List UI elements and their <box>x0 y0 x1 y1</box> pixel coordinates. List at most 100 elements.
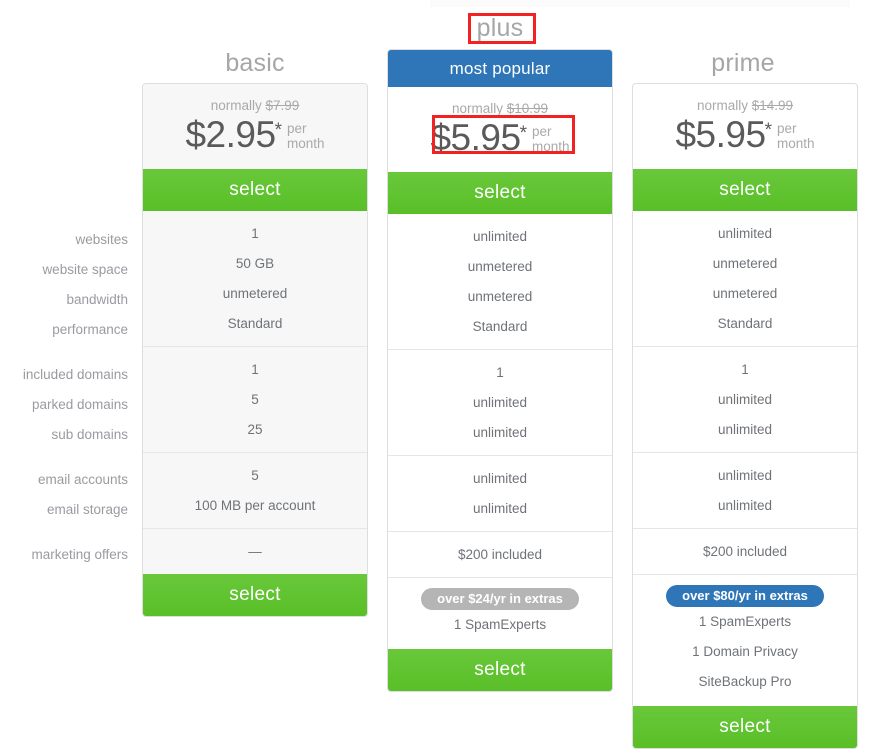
feature-group-email-plus: unlimited unlimited <box>388 456 612 532</box>
column-title-plus: plus <box>476 14 524 42</box>
value-parked-domains-plus: unlimited <box>472 395 528 410</box>
price-asterisk: * <box>519 123 527 144</box>
value-email-storage-prime: unlimited <box>717 498 773 513</box>
feature-label-email-accounts: email accounts <box>37 472 128 487</box>
features-basic: 1 50 GB unmetered Standard 1 5 25 5 100 … <box>143 211 367 574</box>
feature-label-parked-domains: parked domains <box>31 397 128 412</box>
feature-group-domains-prime: 1 unlimited unlimited <box>633 347 857 453</box>
feature-group-email-basic: 5 100 MB per account <box>143 453 367 529</box>
feature-label-email-storage: email storage <box>46 502 128 517</box>
original-price: $7.99 <box>265 98 300 113</box>
extras-item-prime-1: 1 Domain Privacy <box>692 644 798 659</box>
price-block-prime: normally $14.99 $5.95* per month <box>633 84 857 169</box>
value-email-accounts-prime: unlimited <box>717 468 773 483</box>
extras-item-plus-0: 1 SpamExperts <box>453 617 547 632</box>
value-website-space-plus: unmetered <box>467 259 533 274</box>
price-period-line1: per <box>286 121 307 136</box>
price-amount-prime: $5.95 <box>675 114 766 155</box>
price-block-basic: normally $7.99 $2.95* per month <box>143 84 367 169</box>
price-block-plus: normally $10.99 $5.95* per month <box>388 87 612 172</box>
value-parked-domains-basic: 5 <box>251 392 259 407</box>
price-amount-basic: $2.95 <box>185 114 276 155</box>
price-period-line1: per <box>776 121 797 136</box>
extras-badge-prime[interactable]: over $80/yr in extras <box>666 585 824 607</box>
value-websites-prime: unlimited <box>717 226 773 241</box>
label-divider-gap <box>0 450 128 465</box>
value-email-storage-plus: unlimited <box>472 501 528 516</box>
value-websites-basic: 1 <box>251 226 259 241</box>
value-included-domains-basic: 1 <box>251 362 259 377</box>
extras-item-prime-2: SiteBackup Pro <box>698 674 792 689</box>
feature-label-websites: websites <box>75 232 128 247</box>
value-email-accounts-plus: unlimited <box>472 471 528 486</box>
value-marketing-offers-prime: $200 included <box>702 544 788 559</box>
label-divider-gap <box>0 525 128 540</box>
normally-price-plus: normally $10.99 <box>388 101 612 116</box>
feature-group-marketing-basic: — <box>143 529 367 574</box>
value-performance-plus: Standard <box>472 319 528 334</box>
value-bandwidth-plus: unmetered <box>467 289 533 304</box>
price-period-line1: per <box>531 124 552 139</box>
value-performance-basic: Standard <box>227 316 283 331</box>
feature-group-email-prime: unlimited unlimited <box>633 453 857 529</box>
plan-card-prime: normally $14.99 $5.95* per month select un… <box>632 83 858 749</box>
features-prime: unlimited unmetered unmetered Standard 1… <box>633 211 857 706</box>
select-button-prime-top[interactable]: select <box>633 169 857 211</box>
value-included-domains-plus: 1 <box>496 365 504 380</box>
price-period-basic: per month <box>287 121 325 151</box>
feature-group-marketing-prime: $200 included <box>633 529 857 575</box>
feature-group-hosting-prime: unlimited unmetered unmetered Standard <box>633 211 857 347</box>
normally-prefix: normally <box>451 101 503 116</box>
extras-group-prime: over $80/yr in extras 1 SpamExperts 1 Do… <box>633 575 857 706</box>
feature-label-performance: performance <box>52 322 128 337</box>
feature-group-domains-basic: 1 5 25 <box>143 347 367 453</box>
column-title-prime: prime <box>711 49 775 77</box>
plan-card-basic: normally $7.99 $2.95* per month select 1 5… <box>142 83 368 617</box>
feature-label-included-domains: included domains <box>22 367 128 382</box>
value-marketing-offers-plus: $200 included <box>457 547 543 562</box>
price-amount-plus: $5.95 <box>430 117 521 158</box>
select-button-basic-bottom[interactable]: select <box>143 574 367 616</box>
normally-prefix: normally <box>696 98 748 113</box>
value-performance-prime: Standard <box>717 316 773 331</box>
value-marketing-offers-basic: — <box>248 544 262 559</box>
pricing-table: basic plus prime websites website space … <box>0 0 869 749</box>
value-website-space-basic: 50 GB <box>235 256 275 271</box>
label-divider-gap <box>0 345 128 360</box>
most-popular-banner: most popular <box>388 50 612 87</box>
value-email-accounts-basic: 5 <box>251 468 259 483</box>
price-period-line2: month <box>286 136 325 151</box>
feature-group-domains-plus: 1 unlimited unlimited <box>388 350 612 456</box>
extras-group-plus: over $24/yr in extras 1 SpamExperts <box>388 578 612 649</box>
value-website-space-prime: unmetered <box>712 256 778 271</box>
select-button-plus-top[interactable]: select <box>388 172 612 214</box>
current-price-line-plus: $5.95* per month <box>388 117 612 159</box>
price-period-prime: per month <box>777 121 815 151</box>
normally-price-basic: normally $7.99 <box>143 98 367 113</box>
select-button-basic-top[interactable]: select <box>143 169 367 211</box>
feature-label-rail: websites website space bandwidth perform… <box>0 225 128 570</box>
value-websites-plus: unlimited <box>472 229 528 244</box>
current-price-line-prime: $5.95* per month <box>633 114 857 156</box>
price-asterisk: * <box>764 120 772 141</box>
extras-badge-plus[interactable]: over $24/yr in extras <box>421 588 579 610</box>
price-asterisk: * <box>274 120 282 141</box>
current-price-line-basic: $2.95* per month <box>143 114 367 156</box>
feature-group-marketing-plus: $200 included <box>388 532 612 578</box>
value-email-storage-basic: 100 MB per account <box>194 498 316 513</box>
price-period-plus: per month <box>532 124 570 154</box>
select-button-prime-bottom[interactable]: select <box>633 706 857 748</box>
feature-group-hosting-plus: unlimited unmetered unmetered Standard <box>388 214 612 350</box>
plan-card-plus: most popular normally $10.99 $5.95* per mo… <box>387 49 613 692</box>
normally-price-prime: normally $14.99 <box>633 98 857 113</box>
extras-item-prime-0: 1 SpamExperts <box>698 614 792 629</box>
value-parked-domains-prime: unlimited <box>717 392 773 407</box>
feature-label-bandwidth: bandwidth <box>66 292 128 307</box>
feature-label-marketing-offers: marketing offers <box>31 547 128 562</box>
feature-label-sub-domains: sub domains <box>51 427 128 442</box>
original-price: $14.99 <box>751 98 794 113</box>
price-period-line2: month <box>531 139 570 154</box>
select-button-plus-bottom[interactable]: select <box>388 649 612 691</box>
value-bandwidth-prime: unmetered <box>712 286 778 301</box>
normally-prefix: normally <box>210 98 262 113</box>
